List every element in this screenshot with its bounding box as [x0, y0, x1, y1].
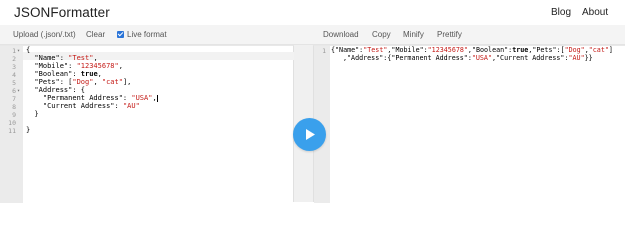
nav-link-blog[interactable]: Blog: [551, 7, 571, 18]
fold-arrow-icon[interactable]: ▾: [17, 48, 20, 54]
line-number: 9: [12, 111, 16, 119]
line-number: 3: [12, 63, 16, 71]
live-format-checkbox[interactable]: [117, 31, 124, 38]
code-line: "Pets": ["Dog", "cat"],: [26, 78, 132, 86]
line-number: 6: [12, 87, 16, 95]
line-number: 11: [8, 127, 16, 135]
line-number: 1: [322, 47, 326, 55]
live-format-label: Live format: [127, 30, 167, 39]
line-number: 5: [12, 79, 16, 87]
code-line: "Name": "Test",: [26, 54, 98, 62]
copy-button[interactable]: Copy: [372, 30, 391, 39]
code-line: }: [26, 126, 31, 134]
prettify-button[interactable]: Prettify: [437, 30, 462, 39]
line-number: 7: [12, 95, 16, 103]
output-editor[interactable]: [313, 45, 625, 203]
download-button[interactable]: Download: [323, 30, 359, 39]
live-format-toggle[interactable]: Live format: [117, 30, 167, 39]
text-cursor: [156, 94, 158, 102]
top-navbar: JSONFormatter Blog About: [0, 0, 625, 25]
line-number: 10: [8, 119, 16, 127]
fold-arrow-icon[interactable]: ▾: [17, 88, 20, 94]
code-line: }: [26, 110, 39, 118]
editor-toolbar: Upload (.json/.txt) Clear Live format Do…: [0, 25, 625, 45]
code-line: "Permanent Address": "USA",: [26, 94, 158, 102]
code-line: {: [26, 46, 31, 54]
brand-logo-text[interactable]: JSONFormatter: [14, 5, 110, 20]
line-number: 1: [12, 47, 16, 55]
line-number: 4: [12, 71, 16, 79]
output-code-line: {"Name":"Test","Mobile":"12345678","Bool…: [331, 46, 613, 54]
clear-button[interactable]: Clear: [86, 30, 105, 39]
play-icon: [306, 129, 315, 140]
code-line: "Mobile": "12345678",: [26, 62, 123, 70]
code-line: "Boolean": true,: [26, 70, 102, 78]
run-format-button[interactable]: [293, 118, 326, 151]
nav-link-about[interactable]: About: [582, 7, 608, 18]
upload-button[interactable]: Upload (.json/.txt): [13, 30, 76, 39]
code-line: "Address": {: [26, 86, 86, 94]
output-code-line-wrap: ,"Address":{"Permanent Address":"USA","C…: [343, 54, 593, 62]
minify-button[interactable]: Minify: [403, 30, 424, 39]
line-number: 2: [12, 55, 16, 63]
line-number: 8: [12, 103, 16, 111]
code-line: "Current Address": "AU": [26, 102, 140, 110]
